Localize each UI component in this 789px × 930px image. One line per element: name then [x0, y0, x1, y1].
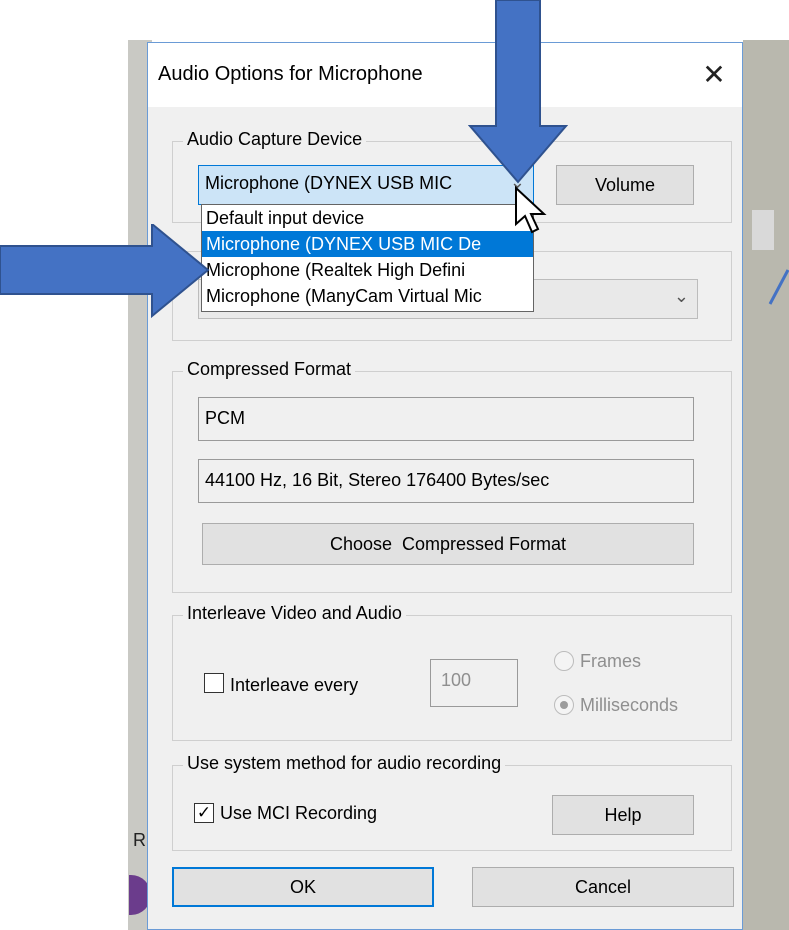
desktop-background-fragment — [752, 210, 774, 250]
capture-device-value: Microphone (DYNEX USB MIC — [205, 173, 453, 193]
dropdown-option-manycam[interactable]: Microphone (ManyCam Virtual Mic — [202, 283, 533, 309]
compressed-format-group-label: Compressed Format — [183, 359, 356, 380]
cancel-button[interactable]: Cancel — [472, 867, 734, 907]
ok-button-label: OK — [289, 877, 316, 897]
interleave-group-label: Interleave Video and Audio — [183, 603, 406, 624]
capture-device-dropdown[interactable]: Default input device Microphone (DYNEX U… — [201, 204, 534, 312]
interleave-value: 100 — [441, 670, 472, 690]
frames-radio-label[interactable]: Frames — [580, 651, 641, 672]
help-button[interactable]: Help — [552, 795, 694, 835]
interleave-checkbox-label[interactable]: Interleave every — [230, 675, 358, 696]
mci-recording-checkbox[interactable]: ✓ — [194, 803, 214, 823]
choose-compressed-format-label: Choose Compressed Format — [329, 534, 567, 554]
down-arrow-icon — [468, 0, 568, 184]
help-button-label: Help — [604, 805, 642, 825]
interleave-checkbox[interactable] — [204, 673, 224, 693]
milliseconds-radio[interactable] — [554, 695, 574, 715]
right-arrow-icon — [0, 224, 210, 319]
dialog-title: Audio Options for Microphone — [158, 63, 423, 85]
mci-recording-label[interactable]: Use MCI Recording — [220, 803, 377, 824]
system-method-group-label: Use system method for audio recording — [183, 753, 506, 774]
format-details-field: 44100 Hz, 16 Bit, Stereo 176400 Bytes/se… — [198, 459, 694, 503]
dropdown-option-dynex[interactable]: Microphone (DYNEX USB MIC De — [202, 231, 533, 257]
desktop-background-right — [743, 40, 789, 930]
desktop-background-letter: R — [133, 830, 146, 850]
volume-button[interactable]: Volume — [556, 165, 694, 205]
title-bar: Audio Options for Microphone ✕ — [148, 43, 742, 107]
partial-arrow-icon — [768, 269, 789, 305]
format-details-value: 44100 Hz, 16 Bit, Stereo 176400 Bytes/se… — [205, 470, 550, 490]
audio-capture-group-label: Audio Capture Device — [183, 129, 367, 150]
choose-compressed-format-button[interactable]: Choose Compressed Format — [202, 523, 694, 565]
format-name-field: PCM — [198, 397, 694, 441]
milliseconds-radio-label[interactable]: Milliseconds — [580, 695, 678, 716]
format-name-value: PCM — [205, 408, 245, 428]
interleave-value-field[interactable]: 100 — [430, 659, 518, 707]
close-button[interactable]: ✕ — [694, 55, 734, 95]
volume-button-label: Volume — [594, 175, 656, 195]
dropdown-option-realtek[interactable]: Microphone (Realtek High Defini — [202, 257, 533, 283]
dropdown-option-default[interactable]: Default input device — [202, 205, 533, 231]
ok-button[interactable]: OK — [172, 867, 434, 907]
chevron-down-icon[interactable]: ⌄ — [674, 286, 689, 307]
frames-radio[interactable] — [554, 651, 574, 671]
audio-options-dialog: Audio Options for Microphone ✕ Audio Cap… — [147, 42, 743, 930]
cancel-button-label: Cancel — [574, 877, 632, 897]
mouse-cursor-icon — [515, 186, 547, 234]
